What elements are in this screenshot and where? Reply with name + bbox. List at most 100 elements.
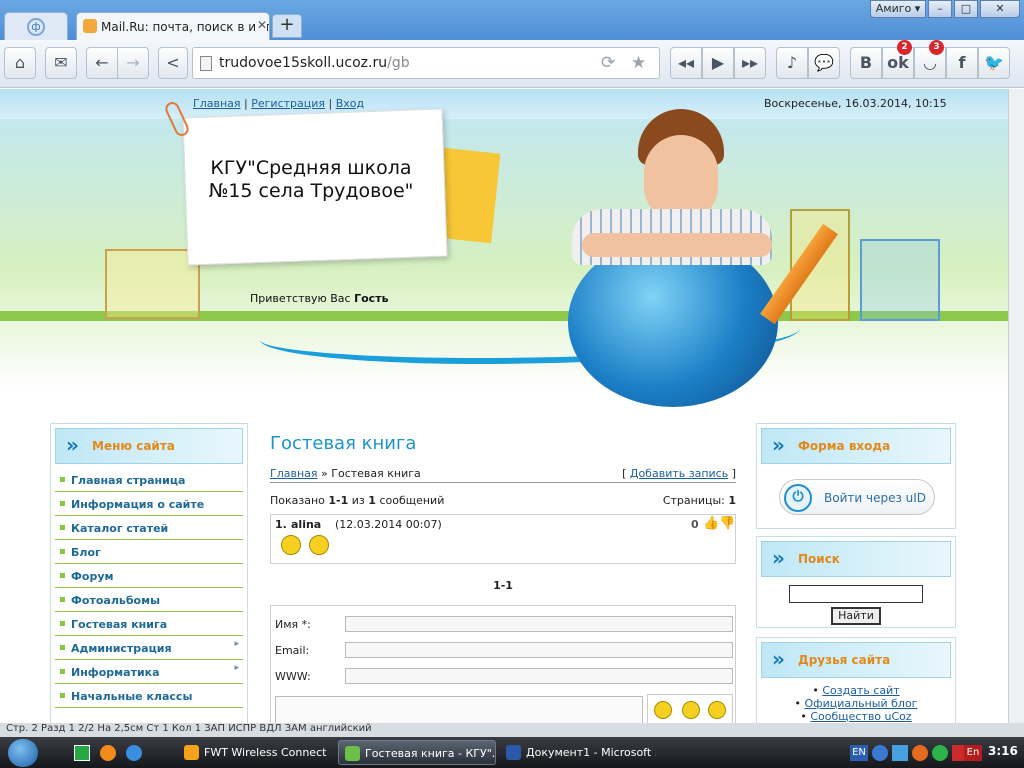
smile-icon: ◡ [923,53,937,72]
address-bar[interactable]: trudovoe15skoll.ucoz.ru/gb ⟳ ★ [192,47,660,79]
vertical-scrollbar[interactable] [1008,89,1024,723]
taskbar-item-label: FWT Wireless Connect [204,746,327,759]
uid-login-button[interactable]: ⏻ Войти через uID [779,479,935,515]
friend-link[interactable]: Официальный блог [805,697,918,710]
menu-item-administration[interactable]: Администрация ▸ [55,636,243,660]
play-button[interactable]: ▶ [702,47,734,79]
search-input[interactable] [789,585,923,603]
taskbar-item-browser[interactable]: Гостевая книга - КГУ"... [338,740,496,765]
tab-mailru[interactable]: Mail.Ru: почта, поиск в интер ✕ [76,12,270,40]
taskbar-clock: 3:16 [988,744,1018,758]
music-button[interactable]: ♪ [776,47,808,79]
register-link[interactable]: Регистрация [251,97,325,110]
uid-login-label: Войти через uID [824,491,927,505]
vk-button[interactable]: В [850,47,882,79]
search-block-title: Поиск [798,552,840,566]
mail-button[interactable]: ✉ [45,47,77,79]
close-tab-icon[interactable]: ✕ [255,18,268,32]
entry-rating: 0 [691,518,699,531]
mailru-favicon-icon [83,19,97,33]
pinned-tab[interactable]: ф [4,12,68,40]
quicklaunch-icon[interactable] [74,745,90,761]
taskbar-item-label: Гостевая книга - КГУ"... [365,747,496,760]
menu-item-primary[interactable]: Начальные классы [55,684,243,708]
maximize-button[interactable]: □ [954,0,978,18]
laugh-smiley-icon[interactable] [682,701,700,719]
monitor-icon[interactable] [892,745,908,761]
tray-app-icon[interactable] [912,745,928,761]
entry-number: 1. [275,518,287,531]
menu-item-informatics[interactable]: Информатика ▸ [55,660,243,684]
site-header-banner: Главная | Регистрация | Вход Воскресенье… [0,89,1008,407]
angry-smiley-icon[interactable] [654,701,672,719]
menu-item-articles[interactable]: Каталог статей [55,516,243,540]
odnoklassniki-icon: ok [887,53,909,72]
add-record-link[interactable]: Добавить запись [630,467,728,480]
facebook-icon: f [958,53,966,72]
menu-item-label: Фотоальбомы [71,594,161,607]
home-link[interactable]: Главная [193,97,241,110]
fast-forward-icon: ▸▸ [741,53,759,72]
thumbs-down-icon[interactable]: 👎 [719,516,735,531]
start-button[interactable] [8,739,38,767]
close-window-button[interactable]: ✕ [980,0,1020,18]
search-button[interactable]: Найти [831,607,881,625]
twitter-bird-icon: 🐦 [984,53,1004,72]
home-button[interactable]: ⌂ [4,47,36,79]
friend-link[interactable]: Сообщество uCoz [810,710,911,723]
message-textarea[interactable] [275,696,643,723]
browser-quicklaunch-icon[interactable] [100,745,116,761]
menu-item-forum[interactable]: Форум [55,564,243,588]
next-track-button[interactable]: ▸▸ [734,47,766,79]
language-indicator[interactable]: EN [850,745,868,761]
login-block-title: Форма входа [798,439,891,453]
double-chevron-icon: » [66,433,79,457]
reload-icon[interactable]: ⟳ [601,48,615,78]
shown-suffix: сообщений [379,494,445,507]
list-item: • Официальный блог [794,697,918,710]
link-separator: | [244,97,248,110]
tray-green-icon[interactable] [932,745,948,761]
email-field[interactable] [345,642,733,658]
network-icon[interactable] [872,745,888,761]
cool-smiley-icon[interactable] [708,701,726,719]
back-button[interactable]: ← [86,47,118,79]
ok-notification-badge: 2 [897,40,912,55]
menu-item-about[interactable]: Информация о сайте [55,492,243,516]
chat-button[interactable]: 💬 [808,47,840,79]
shown-prefix: Показано [270,494,325,507]
amigo-task-icon [345,746,360,761]
share-button[interactable]: < [158,47,188,79]
minimize-button[interactable]: – [928,0,952,18]
facebook-button[interactable]: f [946,47,978,79]
login-link[interactable]: Вход [336,97,364,110]
menu-item-photos[interactable]: Фотоальбомы [55,588,243,612]
boy-illustration [572,105,772,335]
profile-button[interactable]: Амиго ▾ [870,0,926,18]
forward-arrow-icon: → [126,53,140,72]
prev-track-button[interactable]: ◂◂ [670,47,702,79]
menu-item-guestbook[interactable]: Гостевая книга [55,612,243,636]
twitter-button[interactable]: 🐦 [978,47,1010,79]
www-label: WWW: [275,670,311,683]
taskbar-item-fwt[interactable]: FWT Wireless Connect [178,740,334,765]
menu-item-label: Каталог статей [71,522,169,535]
menu-item-blog[interactable]: Блог [55,540,243,564]
taskbar-item-word[interactable]: Документ1 - Microsoft ... [500,740,656,765]
forward-button[interactable]: → [117,47,149,79]
thumbs-up-icon[interactable]: 👍 [703,516,719,531]
amigo-icon: ф [27,18,45,36]
name-field[interactable] [345,616,733,632]
bookmark-star-icon[interactable]: ★ [631,48,646,78]
pages-label: Страницы: [662,494,725,507]
guestbook-content: Гостевая книга Главная » Гостевая книга … [270,423,736,723]
power-icon: ⏻ [784,484,812,512]
friend-link[interactable]: Создать сайт [822,684,899,697]
keyboard-layout-indicator[interactable]: En [964,745,982,761]
globe-quicklaunch-icon[interactable] [126,745,142,761]
name-label: Имя *: [275,618,311,631]
menu-item-home[interactable]: Главная страница [55,468,243,492]
breadcrumb-home-link[interactable]: Главная [270,467,318,480]
new-tab-button[interactable]: + [272,14,302,38]
www-field[interactable] [345,668,733,684]
